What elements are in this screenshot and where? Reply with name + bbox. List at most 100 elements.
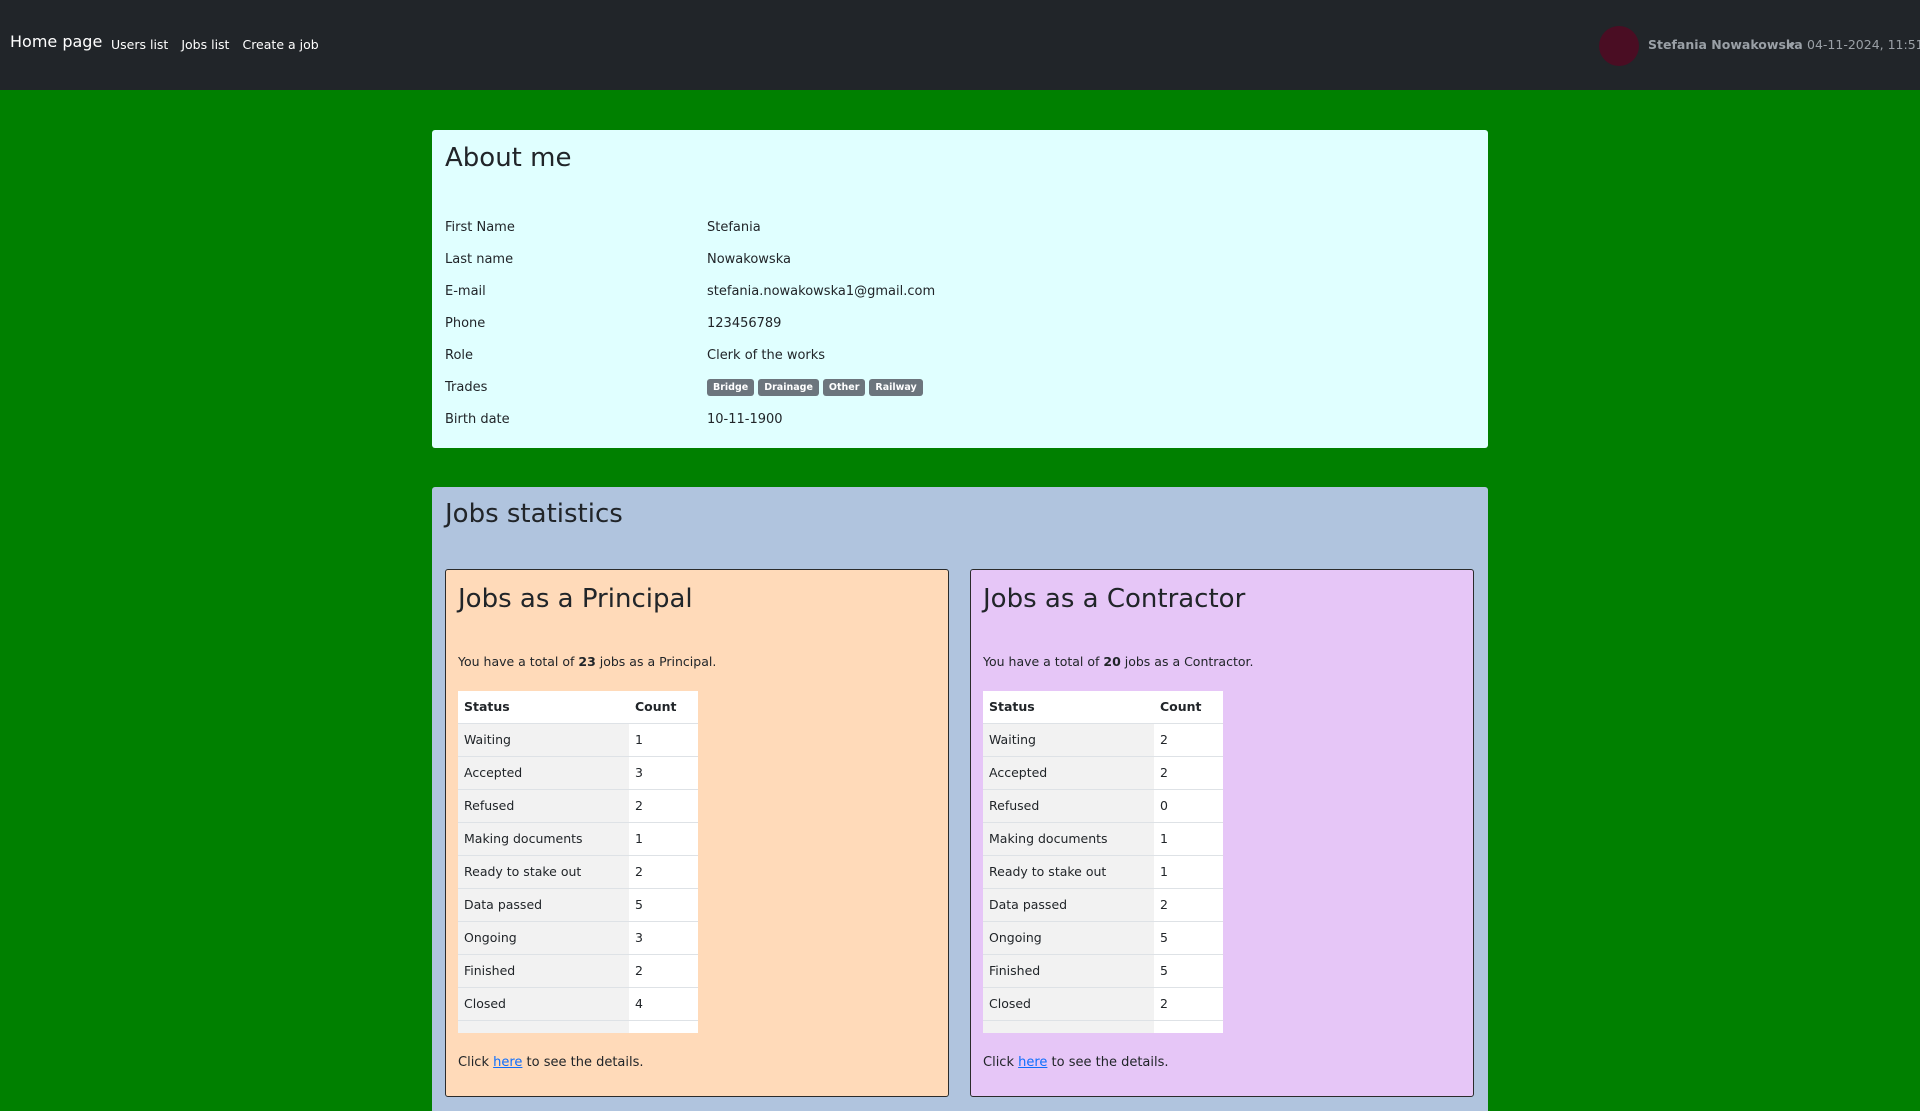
home-page-link[interactable]: Home page — [10, 32, 102, 51]
trade-badge: Bridge — [707, 379, 755, 396]
birth-date-value: 10-11-1900 — [707, 412, 783, 427]
table-footer-spacer — [458, 1020, 698, 1033]
table-row: Finished 5 — [983, 954, 1223, 988]
table-row: Closed 2 — [983, 987, 1223, 1021]
status-cell: Data passed — [983, 888, 1154, 922]
count-cell: 4 — [629, 987, 698, 1021]
chevron-down-icon[interactable] — [1789, 43, 1795, 47]
email-label: E-mail — [445, 284, 486, 299]
status-header: Status — [458, 691, 629, 724]
status-cell: Closed — [458, 987, 629, 1021]
phone-value: 123456789 — [707, 316, 782, 331]
status-cell: Making documents — [458, 822, 629, 856]
last-name-value: Nowakowska — [707, 252, 791, 267]
table-row: Making documents 1 — [458, 822, 698, 856]
principal-total-text: You have a total of 23 jobs as a Princip… — [458, 654, 717, 669]
status-cell: Ongoing — [458, 921, 629, 955]
about-title: About me — [445, 143, 572, 173]
principal-details-text: Click here to see the details. — [458, 1055, 644, 1070]
table-row: Refused 0 — [983, 789, 1223, 823]
status-cell: Refused — [983, 789, 1154, 823]
contractor-status-table: Status Count Waiting 2 Accepted 2 Refused 0… — [983, 691, 1223, 1033]
count-cell: 3 — [629, 921, 698, 955]
count-cell: 2 — [629, 954, 698, 988]
status-cell: Ready to stake out — [458, 855, 629, 889]
count-header: Count — [1154, 691, 1223, 724]
table-footer-spacer — [983, 1020, 1223, 1033]
trades-label: Trades — [445, 380, 488, 395]
role-value: Clerk of the works — [707, 348, 826, 363]
trade-badge: Other — [822, 379, 866, 396]
principal-title: Jobs as a Principal — [458, 584, 693, 614]
status-cell: Making documents — [983, 822, 1154, 856]
count-cell: 2 — [1154, 888, 1223, 922]
principal-jobs-card: Jobs as a Principal You have a total of … — [445, 569, 949, 1097]
table-row: Making documents 1 — [983, 822, 1223, 856]
nav-jobs-list[interactable]: Jobs list — [181, 37, 229, 52]
status-cell: Ongoing — [983, 921, 1154, 955]
count-cell: 1 — [1154, 855, 1223, 889]
table-row: Data passed 2 — [983, 888, 1223, 922]
table-header-row: Status Count — [983, 691, 1223, 724]
status-cell: Accepted — [983, 756, 1154, 790]
jobs-statistics-card: Jobs statistics Jobs as a Principal You … — [432, 487, 1488, 1111]
table-row: Waiting 2 — [983, 723, 1223, 757]
count-cell: 5 — [1154, 921, 1223, 955]
table-row: Accepted 2 — [983, 756, 1223, 790]
table-row: Ready to stake out 2 — [458, 855, 698, 889]
status-cell: Closed — [983, 987, 1154, 1021]
count-cell: 2 — [1154, 987, 1223, 1021]
about-me-card: About me First Name Stefania Last name N… — [432, 130, 1488, 448]
contractor-details-link[interactable]: here — [1018, 1055, 1047, 1070]
status-cell: Refused — [458, 789, 629, 823]
trade-badge: Railway — [869, 379, 923, 396]
status-header: Status — [983, 691, 1154, 724]
count-cell: 2 — [1154, 756, 1223, 790]
contractor-jobs-card: Jobs as a Contractor You have a total of… — [970, 569, 1474, 1097]
count-cell: 1 — [1154, 822, 1223, 856]
phone-label: Phone — [445, 316, 486, 331]
table-row: Finished 2 — [458, 954, 698, 988]
last-name-label: Last name — [445, 252, 514, 267]
contractor-total-count: 20 — [1103, 654, 1121, 669]
count-cell: 5 — [1154, 954, 1223, 988]
principal-status-table: Status Count Waiting 1 Accepted 3 Refused 2… — [458, 691, 698, 1033]
status-cell: Ready to stake out — [983, 855, 1154, 889]
count-header: Count — [629, 691, 698, 724]
status-cell: Accepted — [458, 756, 629, 790]
table-row: Data passed 5 — [458, 888, 698, 922]
table-row: Ongoing 3 — [458, 921, 698, 955]
user-menu-toggle[interactable]: Stefania Nowakowska — [1648, 37, 1803, 52]
avatar[interactable] — [1599, 26, 1639, 66]
count-cell: 1 — [629, 723, 698, 757]
status-cell: Data passed — [458, 888, 629, 922]
current-datetime: 04-11-2024, 11:51 — [1807, 37, 1920, 52]
birth-date-label: Birth date — [445, 412, 510, 427]
count-cell: 3 — [629, 756, 698, 790]
jobs-statistics-title: Jobs statistics — [445, 499, 623, 529]
nav-users-list[interactable]: Users list — [111, 37, 168, 52]
principal-details-link[interactable]: here — [493, 1055, 522, 1070]
first-name-value: Stefania — [707, 220, 761, 235]
table-row: Closed 4 — [458, 987, 698, 1021]
count-cell: 2 — [629, 789, 698, 823]
nav-create-job[interactable]: Create a job — [242, 37, 318, 52]
status-cell: Finished — [983, 954, 1154, 988]
top-navbar: Home page Users list Jobs list Create a … — [0, 0, 1920, 90]
table-row: Accepted 3 — [458, 756, 698, 790]
table-row: Waiting 1 — [458, 723, 698, 757]
count-cell: 1 — [629, 822, 698, 856]
table-header-row: Status Count — [458, 691, 698, 724]
count-cell: 2 — [629, 855, 698, 889]
nav-links: Users list Jobs list Create a job — [111, 37, 332, 52]
table-row: Ready to stake out 1 — [983, 855, 1223, 889]
trades-badges: Bridge Drainage Other Railway — [707, 379, 923, 396]
contractor-total-text: You have a total of 20 jobs as a Contrac… — [983, 654, 1254, 669]
trade-badge: Drainage — [758, 379, 819, 396]
contractor-details-text: Click here to see the details. — [983, 1055, 1169, 1070]
status-cell: Waiting — [458, 723, 629, 757]
role-label: Role — [445, 348, 474, 363]
principal-total-count: 23 — [578, 654, 596, 669]
table-row: Refused 2 — [458, 789, 698, 823]
count-cell: 5 — [629, 888, 698, 922]
